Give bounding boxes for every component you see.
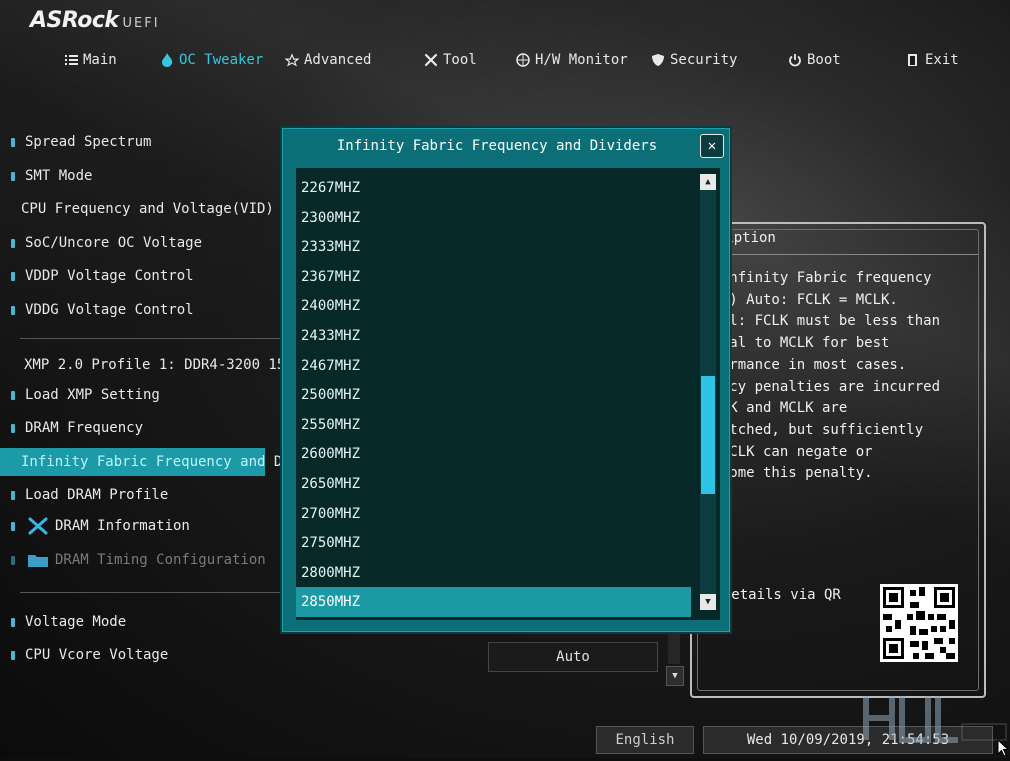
bullet-icon [11,555,15,565]
tab-exit[interactable]: Exit [906,48,959,72]
bullet-icon [11,271,15,281]
background-scrollbar-track[interactable] [668,630,680,664]
menu-divider [20,592,280,593]
frequency-option[interactable]: 2267MHZ [296,173,691,203]
menu-item-cpu-frequency-voltage[interactable]: CPU Frequency and Voltage(VID) Ch [0,195,299,223]
folder-icon [27,551,49,569]
frequency-option[interactable]: 2600MHZ [296,439,691,469]
shield-icon [651,53,665,67]
brand-suffix: UEFI [122,16,160,31]
watermark-logo-icon [862,690,1008,752]
bullet-icon [11,238,15,248]
exit-door-icon [906,53,920,67]
frequency-option[interactable]: 2367MHZ [296,262,691,292]
frequency-option[interactable]: 2650MHZ [296,469,691,499]
menu-divider [20,338,280,339]
dialog-title: Infinity Fabric Frequency and Dividers [336,138,658,154]
scroll-down-icon[interactable]: ▼ [700,594,716,610]
menu-item-cpu-vcore[interactable]: CPU Vcore Voltage [0,641,290,669]
xmp-profile-info: XMP 2.0 Profile 1: DDR4-3200 15-1 [24,357,303,373]
bullet-icon [11,521,15,531]
description-text: t Infinity Fabric frequency CLK) Auto: F… [704,270,941,482]
tab-label: Advanced [304,52,372,68]
star-icon [285,53,299,67]
tab-label: H/W Monitor [535,52,628,68]
tools-icon [424,53,438,67]
brand-logo: ASRock UEFI [30,8,160,33]
monitor-icon [516,53,530,67]
menu-item-infinity-fabric[interactable]: Infinity Fabric Frequency and Di [0,448,291,476]
frequency-dialog: Infinity Fabric Frequency and Dividers ✕… [280,126,732,634]
cpu-vcore-value[interactable]: Auto [488,642,658,672]
menu-item-soc-uncore-voltage[interactable]: SoC/Uncore OC Voltage [0,229,290,257]
bullet-icon [11,305,15,315]
tab-label: Tool [443,52,477,68]
bullet-icon [11,617,15,627]
scroll-down-icon[interactable]: ▼ [666,666,684,686]
tab-boot[interactable]: Boot [788,48,841,72]
scrollbar-thumb[interactable] [701,376,715,494]
close-icon[interactable]: ✕ [700,134,724,158]
frequency-option[interactable]: 2300MHZ [296,203,691,233]
brand-name: ASRock [30,8,119,33]
menu-item-smt-mode[interactable]: SMT Mode [0,162,290,190]
description-divider [698,254,978,255]
tab-tool[interactable]: Tool [424,48,477,72]
menu-item-load-dram-profile[interactable]: Load DRAM Profile [0,481,290,509]
tab-label: Boot [807,52,841,68]
wrench-icon [27,516,49,536]
top-nav: Main OC Tweaker Advanced Tool H/W Monito… [0,48,1010,72]
frequency-option-list[interactable]: ▲ ▼ 2267MHZ 2300MHZ 2333MHZ 2367MHZ 2400MHZ 2… [296,168,720,620]
bullet-icon [11,390,15,400]
tab-label: OC Tweaker [179,52,264,68]
bullet-icon [11,171,15,181]
tab-hw-monitor[interactable]: H/W Monitor [516,48,628,72]
tab-advanced[interactable]: Advanced [285,48,371,72]
list-icon [64,53,78,67]
frequency-option[interactable]: 2433MHZ [296,321,691,351]
menu-item-dram-information[interactable]: DRAM Information [0,512,290,540]
flame-icon [160,53,174,67]
frequency-option[interactable]: 2800MHZ [296,558,691,588]
tab-label: Exit [925,52,959,68]
menu-item-vddg-voltage[interactable]: VDDG Voltage Control [0,296,290,324]
menu-item-dram-timing[interactable]: DRAM Timing Configuration [0,546,290,574]
menu-item-vddp-voltage[interactable]: VDDP Voltage Control [0,262,290,290]
bullet-icon [11,423,15,433]
frequency-option[interactable]: 2750MHZ [296,528,691,558]
menu-item-spread-spectrum[interactable]: Spread Spectrum [0,128,290,156]
power-icon [788,53,802,67]
language-button[interactable]: English [596,726,694,754]
menu-item-voltage-mode[interactable]: Voltage Mode [0,608,290,636]
bullet-icon [11,137,15,147]
menu-item-load-xmp[interactable]: Load XMP Setting [0,381,290,409]
frequency-option[interactable]: 2550MHZ [296,410,691,440]
mouse-cursor-icon [997,738,1010,757]
tab-label: Main [83,52,117,68]
frequency-option[interactable]: 2700MHZ [296,499,691,529]
bullet-icon [11,490,15,500]
tab-oc-tweaker[interactable]: OC Tweaker [160,48,263,72]
frequency-option[interactable]: 2500MHZ [296,380,691,410]
frequency-option[interactable]: 2467MHZ [296,351,691,381]
frequency-option[interactable]: 2850MHZ [296,587,691,618]
tab-main[interactable]: Main [64,48,117,72]
bullet-icon [11,650,15,660]
tab-security[interactable]: Security [651,48,737,72]
frequency-option[interactable]: 2333MHZ [296,232,691,262]
qr-code-icon [880,584,958,662]
menu-item-dram-frequency[interactable]: DRAM Frequency [0,414,290,442]
description-panel: scription t Infinity Fabric frequency CL… [690,222,986,698]
dialog-scrollbar[interactable]: ▲ ▼ [700,174,716,610]
frequency-option[interactable]: 2400MHZ [296,291,691,321]
tab-label: Security [670,52,738,68]
scroll-up-icon[interactable]: ▲ [700,174,716,190]
